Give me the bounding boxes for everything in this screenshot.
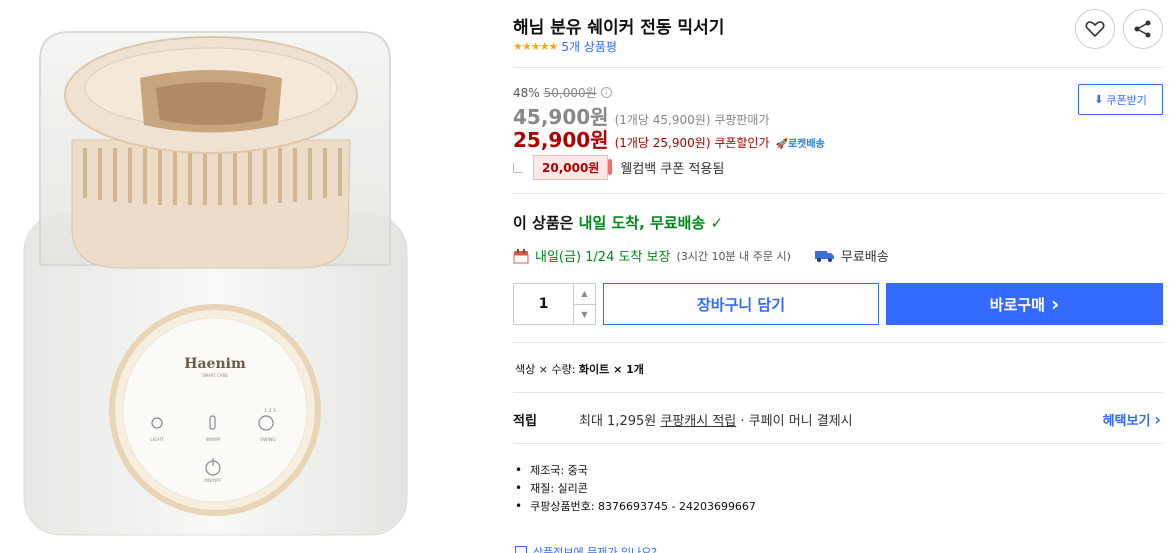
view-benefits-label: 혜택보기 <box>1102 414 1151 429</box>
spec-item: 재질: 실리콘 <box>513 479 756 497</box>
tree-bracket <box>513 162 523 173</box>
quantity-value[interactable]: 1 <box>514 284 573 324</box>
brand-mark: Haenim <box>184 356 246 372</box>
product-info-panel: 해님 분유 쉐이커 전동 믹서기 ★★★★★ 5개 상품평 48% 50,000… <box>513 0 1163 553</box>
points-text-after: · 쿠페이 머니 결제시 <box>736 414 853 429</box>
view-benefits-link[interactable]: 혜택보기 › <box>1103 410 1161 429</box>
delivery-cutoff-note: (3시간 10분 내 주문 시) <box>676 249 791 263</box>
coupon-unit-price: (1개당 25,900원) 쿠폰할인가 <box>614 136 770 150</box>
report-issue-label: 상품정보에 문제가 있나요? <box>533 546 658 553</box>
download-icon: ⬇ <box>1094 93 1104 106</box>
report-icon <box>515 546 527 553</box>
points-text: 최대 1,295원 쿠팡캐시 적립 · 쿠페이 머니 결제시 <box>579 410 853 429</box>
option-label: 색상 × 수량: <box>515 363 579 376</box>
delivery-headline-highlight: 내일 도착, 무료배송 <box>578 214 706 232</box>
swing-label: SWING <box>260 437 276 443</box>
delivery-headline-prefix: 이 상품은 <box>513 214 579 232</box>
check-icon: ✓ <box>710 214 724 232</box>
coupon-download-button[interactable]: ⬇ 쿠폰받기 <box>1078 84 1163 115</box>
coupon-price: 25,900원 <box>513 128 609 152</box>
review-count-link[interactable]: 5개 상품평 <box>561 38 617 55</box>
delivery-date: 내일(금) 1/24 도착 보장 <box>535 250 671 265</box>
quantity-increase-button[interactable]: ▲ <box>574 284 595 304</box>
points-label: 적립 <box>513 414 537 429</box>
mixer-illustration: Haenim SMART CARE LIGHT WARM SWING ON/OF… <box>23 31 408 536</box>
chevron-right-icon: › <box>1154 409 1161 429</box>
quantity-stepper[interactable]: 1 ▲ ▼ <box>513 283 596 325</box>
selected-option: 색상 × 수량: 화이트 × 1개 <box>515 361 644 377</box>
heart-icon <box>1085 21 1105 38</box>
rocket-label: 로켓배송 <box>787 139 825 150</box>
chevron-right-icon: › <box>1050 292 1060 316</box>
chevron-up-icon: ▲ <box>581 289 588 299</box>
divider <box>513 342 1163 343</box>
add-to-cart-button[interactable]: 장바구니 담기 <box>603 283 879 325</box>
free-shipping: 무료배송 <box>814 246 889 265</box>
spec-item: 제조국: 중국 <box>513 461 756 479</box>
brand-sub: SMART CARE <box>202 373 228 378</box>
product-image: Haenim SMART CARE LIGHT WARM SWING ON/OF… <box>0 0 430 553</box>
points-text-before: 최대 1,295원 <box>579 414 661 429</box>
coupon-price-row: 25,900원 (1개당 25,900원) 쿠폰할인가 🚀로켓배송 <box>513 124 825 153</box>
quantity-arrows: ▲ ▼ <box>573 284 595 324</box>
discount-rate: 48% <box>513 85 540 100</box>
divider <box>513 193 1163 194</box>
chevron-down-icon: ▼ <box>581 309 588 319</box>
discount-row: 48% 50,000원 i <box>513 84 612 101</box>
report-issue-link[interactable]: 상품정보에 문제가 있나요? <box>515 544 657 553</box>
option-value: 화이트 × 1개 <box>578 363 644 376</box>
spec-item: 쿠팡상품번호: 8376693745 - 24203699667 <box>513 497 756 515</box>
add-to-cart-label: 장바구니 담기 <box>696 295 786 314</box>
original-price: 50,000원 <box>543 86 597 100</box>
buy-now-label: 바로구매 <box>989 295 1045 314</box>
rating-row: ★★★★★ 5개 상품평 <box>513 38 617 55</box>
divider <box>513 67 1163 68</box>
swing-speeds: 1 2 3 <box>264 408 276 414</box>
info-icon[interactable]: i <box>600 87 612 98</box>
divider <box>513 443 1163 444</box>
product-title: 해님 분유 쉐이커 전동 믹서기 <box>513 18 725 38</box>
spec-list: 제조국: 중국 재질: 실리콘 쿠팡상품번호: 8376693745 - 242… <box>513 461 756 515</box>
rating-stars: ★★★★★ <box>513 40 558 53</box>
truck-icon <box>814 250 834 262</box>
welcome-coupon-row: 20,000원 웰컴백 쿠폰 적용됨 <box>513 155 724 180</box>
rocket-badge: 🚀로켓배송 <box>776 135 825 150</box>
share-button[interactable] <box>1123 9 1163 49</box>
welcome-coupon-amount: 20,000원 <box>533 155 613 180</box>
divider <box>513 392 1163 393</box>
calendar-icon <box>513 248 529 263</box>
share-icon <box>1134 20 1151 38</box>
welcome-coupon-text: 웰컴백 쿠폰 적용됨 <box>620 162 725 177</box>
buy-now-button[interactable]: 바로구매 › <box>886 283 1163 325</box>
coupang-cash-link[interactable]: 쿠팡캐시 적립 <box>660 414 736 429</box>
coupon-button-label: 쿠폰받기 <box>1106 93 1147 107</box>
power-label: ON/OFF <box>204 478 222 484</box>
delivery-row: 내일(금) 1/24 도착 보장 (3시간 10분 내 주문 시) 무료배송 <box>513 246 889 265</box>
delivery-headline: 이 상품은 내일 도착, 무료배송 ✓ <box>513 212 723 233</box>
free-shipping-label: 무료배송 <box>840 250 889 265</box>
rocket-icon: 🚀 <box>775 139 788 150</box>
points-row: 적립 최대 1,295원 쿠팡캐시 적립 · 쿠페이 머니 결제시 혜택보기 › <box>513 410 1163 429</box>
wishlist-button[interactable] <box>1075 9 1115 49</box>
light-label: LIGHT <box>150 437 164 443</box>
warm-label: WARM <box>206 437 220 443</box>
quantity-decrease-button[interactable]: ▼ <box>574 303 595 325</box>
